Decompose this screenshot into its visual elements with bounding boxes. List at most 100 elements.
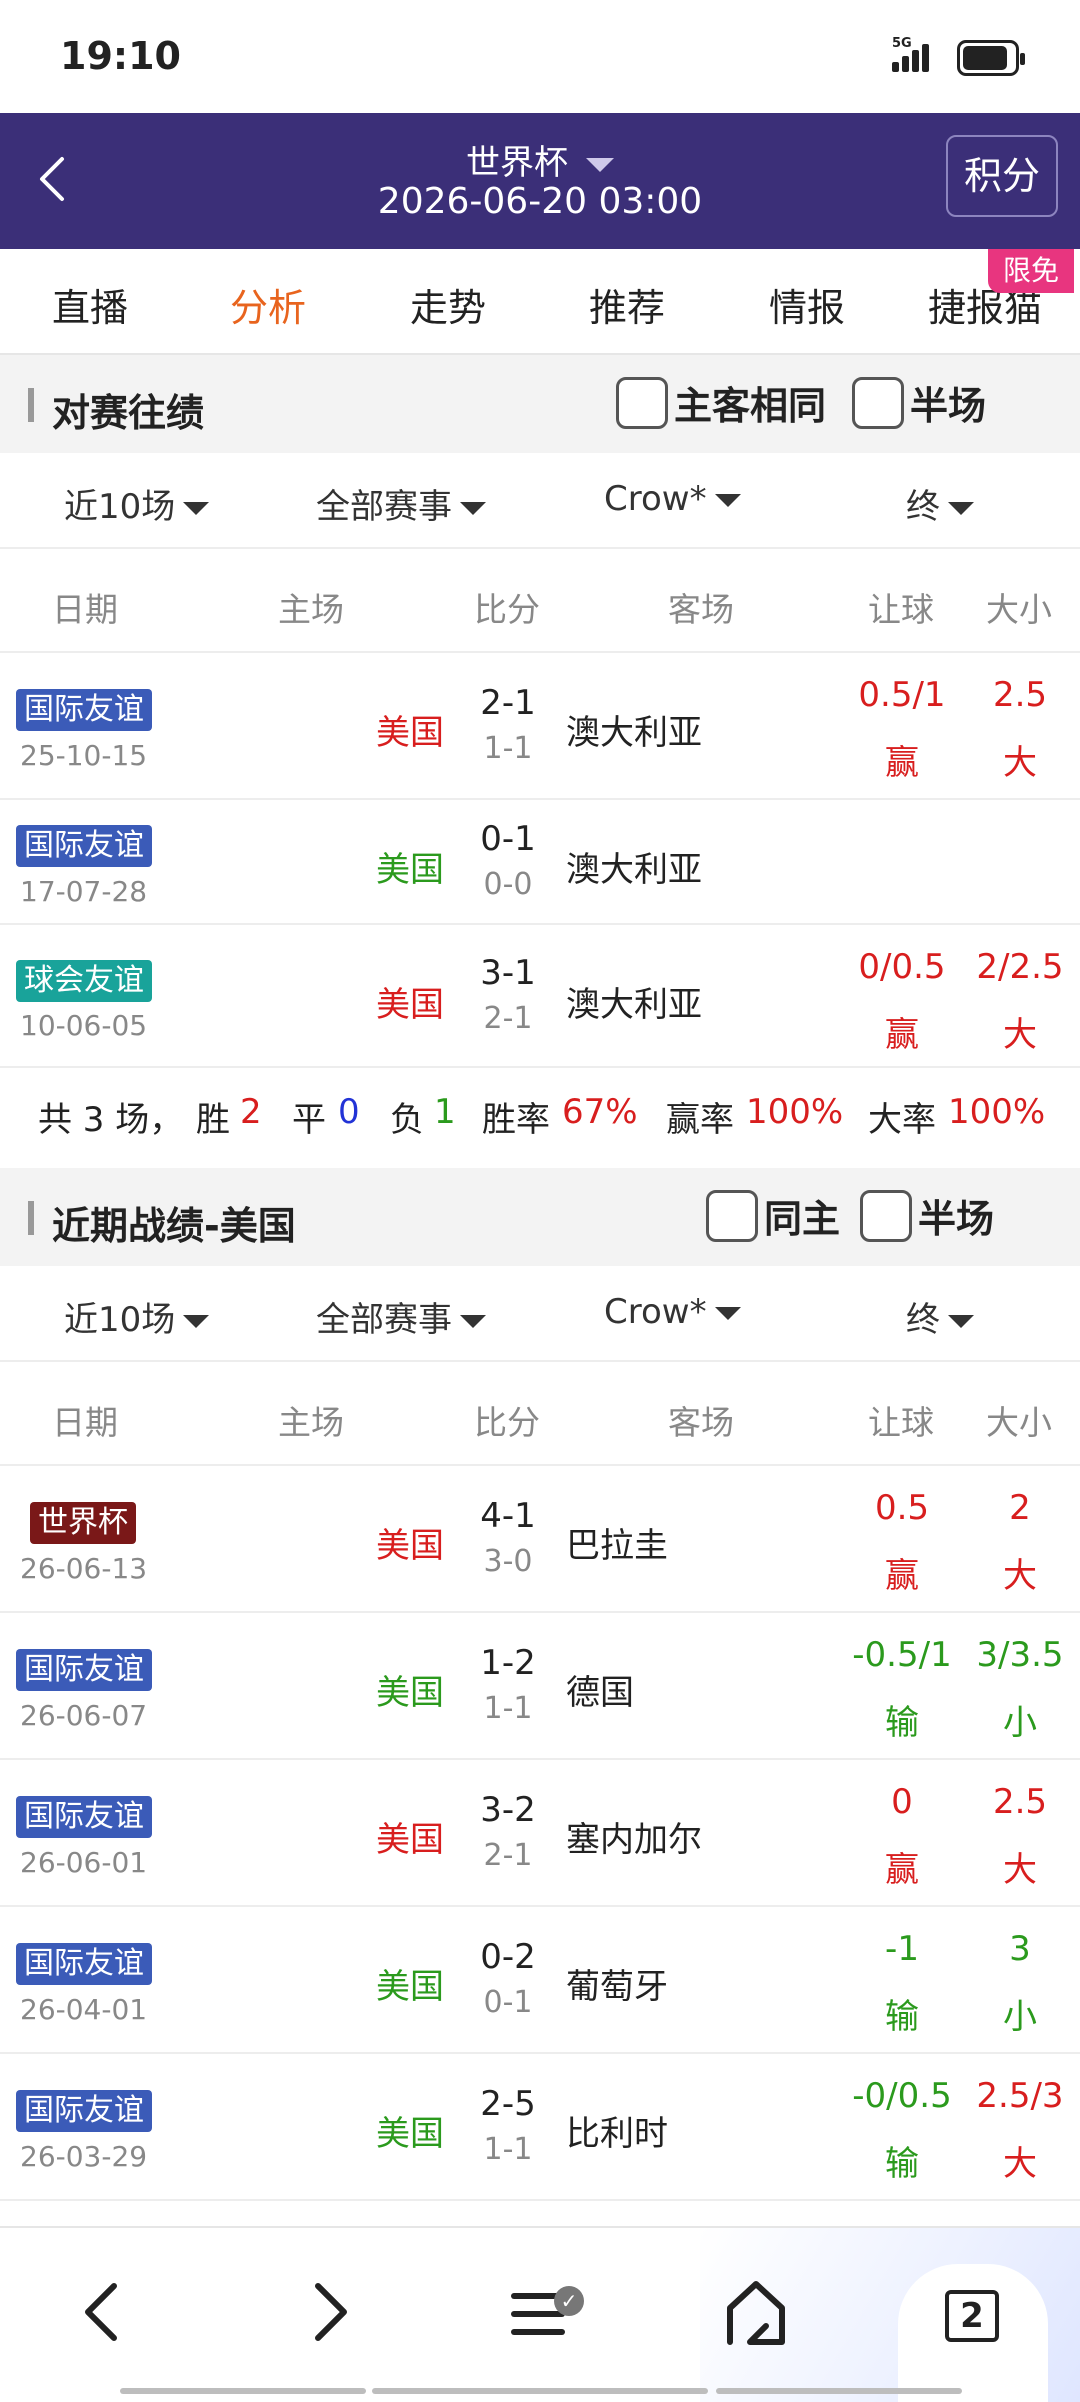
competition-tag: 球会友谊 (16, 960, 152, 1002)
checkbox-box[interactable] (706, 1189, 758, 1242)
tab-trend[interactable]: 走势 (358, 277, 538, 332)
tab-intel[interactable]: 情报 (717, 277, 897, 332)
tab-live[interactable]: 直播 (0, 277, 180, 332)
table-row[interactable]: 国际友谊 17-07-28 美国 0-1 0-0 澳大利亚 (0, 800, 1080, 925)
competition-tag: 国际友谊 (16, 1649, 152, 1691)
match-date: 26-03-29 (20, 2140, 148, 2173)
range-dropdown[interactable]: 近10场 (64, 1292, 210, 1341)
summary-winrate: 67% (562, 1092, 638, 1132)
match-date: 26-04-01 (20, 1993, 148, 2026)
network-type: 5G (892, 36, 912, 51)
table-row[interactable]: 国际友谊 26-06-01 美国 3-2 2-1 塞内加尔 0 赢 2.5 大 (0, 1760, 1080, 1907)
away-team: 德国 (566, 1673, 634, 1713)
away-team: 葡萄牙 (566, 1967, 668, 2007)
full-time-score: 0-1 (480, 819, 536, 859)
col-date: 日期 (52, 590, 118, 629)
same-home-away-checkbox[interactable]: 主客相同 (616, 375, 826, 430)
checkbox-label: 半场 (910, 384, 987, 428)
company-dropdown[interactable]: Crow* (604, 479, 741, 519)
caret-down-icon (714, 494, 741, 507)
recent-section-header: 近期战绩-美国 同主 半场 (0, 1168, 1080, 1266)
competition-title: 世界杯 (466, 143, 568, 183)
tab-recommend[interactable]: 推荐 (537, 277, 717, 332)
summary-draw-label: 平 (292, 1100, 326, 1140)
col-home: 主场 (278, 590, 344, 629)
checkbox-box[interactable] (852, 376, 904, 429)
competition-selector[interactable]: 世界杯 (0, 135, 1080, 184)
col-away: 客场 (668, 1403, 734, 1442)
ou-result: 大 (1003, 1556, 1037, 1596)
company-dropdown[interactable]: Crow* (604, 1292, 741, 1332)
home-team: 美国 (376, 1967, 444, 2007)
caret-down-icon (714, 1307, 741, 1320)
home-button[interactable] (716, 2272, 796, 2352)
table-row[interactable]: 国际友谊 26-03-29 美国 2-5 1-1 比利时 -0/0.5 输 2.… (0, 2054, 1080, 2201)
table-row[interactable]: 国际友谊 26-04-01 美国 0-2 0-1 葡萄牙 -1 输 3 小 (0, 1907, 1080, 2054)
handicap-result: 赢 (885, 1556, 919, 1596)
dropdown-value: 全部赛事 (316, 1300, 452, 1340)
match-date: 26-06-01 (20, 1846, 148, 1879)
dropdown-value: Crow* (604, 1292, 707, 1332)
match-date: 26-06-13 (20, 1552, 148, 1585)
dropdown-value: Crow* (604, 479, 707, 519)
caret-down-icon (460, 502, 486, 515)
status-time: 19:10 (60, 34, 181, 78)
period-dropdown[interactable]: 终 (906, 479, 974, 528)
home-team: 美国 (376, 1820, 444, 1860)
recent-title: 近期战绩-美国 (52, 1204, 296, 1248)
caret-down-icon (183, 502, 210, 515)
col-away: 客场 (668, 590, 734, 629)
ou-result: 大 (1003, 743, 1037, 783)
home-team: 美国 (376, 2114, 444, 2154)
table-row[interactable]: 国际友谊 25-10-15 美国 2-1 1-1 澳大利亚 0.5/1 赢 2.… (0, 653, 1080, 800)
summary-loss-label: 负 (390, 1100, 424, 1140)
half-time-score: 2-1 (483, 1001, 533, 1036)
tab-analysis[interactable]: 分析 (178, 277, 358, 332)
competition-dropdown[interactable]: 全部赛事 (316, 479, 486, 528)
summary-win-label: 胜 (196, 1100, 230, 1140)
recent-half-checkbox[interactable]: 半场 (860, 1188, 994, 1243)
range-dropdown[interactable]: 近10场 (64, 479, 210, 528)
handicap-value: 0 (891, 1782, 913, 1822)
period-dropdown[interactable]: 终 (906, 1292, 974, 1341)
half-time-score: 1-1 (483, 1691, 533, 1726)
handicap-value: 0/0.5 (858, 947, 946, 987)
match-date: 25-10-15 (20, 739, 148, 772)
checkbox-label: 同主 (764, 1197, 841, 1241)
full-time-score: 0-2 (480, 1937, 536, 1977)
checkbox-box[interactable] (616, 376, 668, 429)
chevron-right-icon (315, 2283, 347, 2341)
table-row[interactable]: 球会友谊 10-06-05 美国 3-1 2-1 澳大利亚 0/0.5 赢 2/… (0, 925, 1080, 1068)
checkbox-box[interactable] (860, 1189, 912, 1242)
check-badge-icon: ✓ (554, 2286, 584, 2316)
match-datetime: 2026-06-20 03:00 (377, 181, 703, 222)
half-time-score: 0-0 (483, 867, 533, 902)
handicap-result: 赢 (885, 1015, 919, 1055)
table-row[interactable]: 国际友谊 26-06-07 美国 1-2 1-1 德国 -0.5/1 输 3/3… (0, 1613, 1080, 1760)
col-home: 主场 (278, 1403, 344, 1442)
home-icon (727, 2281, 785, 2345)
same-home-checkbox[interactable]: 同主 (706, 1188, 840, 1243)
status-bar: 19:10 5G (0, 0, 1080, 113)
tab-bar: 直播 分析 走势 推荐 情报 捷报猫 限免 (0, 249, 1080, 355)
table-row[interactable]: 世界杯 26-06-13 美国 4-1 3-0 巴拉圭 0.5 赢 2 大 (0, 1466, 1080, 1613)
handicap-value: -0.5/1 (852, 1635, 952, 1675)
handicap-result: 赢 (885, 1850, 919, 1890)
col-handicap: 让球 (868, 1403, 934, 1442)
caret-down-icon (948, 502, 974, 515)
full-time-score: 3-2 (480, 1790, 536, 1830)
h2h-half-checkbox[interactable]: 半场 (852, 375, 986, 430)
points-button[interactable]: 积分 (946, 135, 1058, 217)
competition-dropdown[interactable]: 全部赛事 (316, 1292, 486, 1341)
handicap-value: 0.5 (874, 1488, 930, 1528)
free-badge: 限免 (988, 249, 1074, 293)
tab-count: 2 (945, 2290, 999, 2342)
tabs-button[interactable]: 2 (898, 2264, 1048, 2402)
away-team: 澳大利亚 (566, 850, 702, 890)
handicap-value: -0/0.5 (852, 2076, 952, 2116)
browser-back-button[interactable] (66, 2272, 146, 2352)
battery-icon (957, 40, 1025, 76)
match-date: 26-06-07 (20, 1699, 148, 1732)
dropdown-value: 近10场 (64, 1300, 176, 1340)
browser-forward-button[interactable] (286, 2272, 366, 2352)
